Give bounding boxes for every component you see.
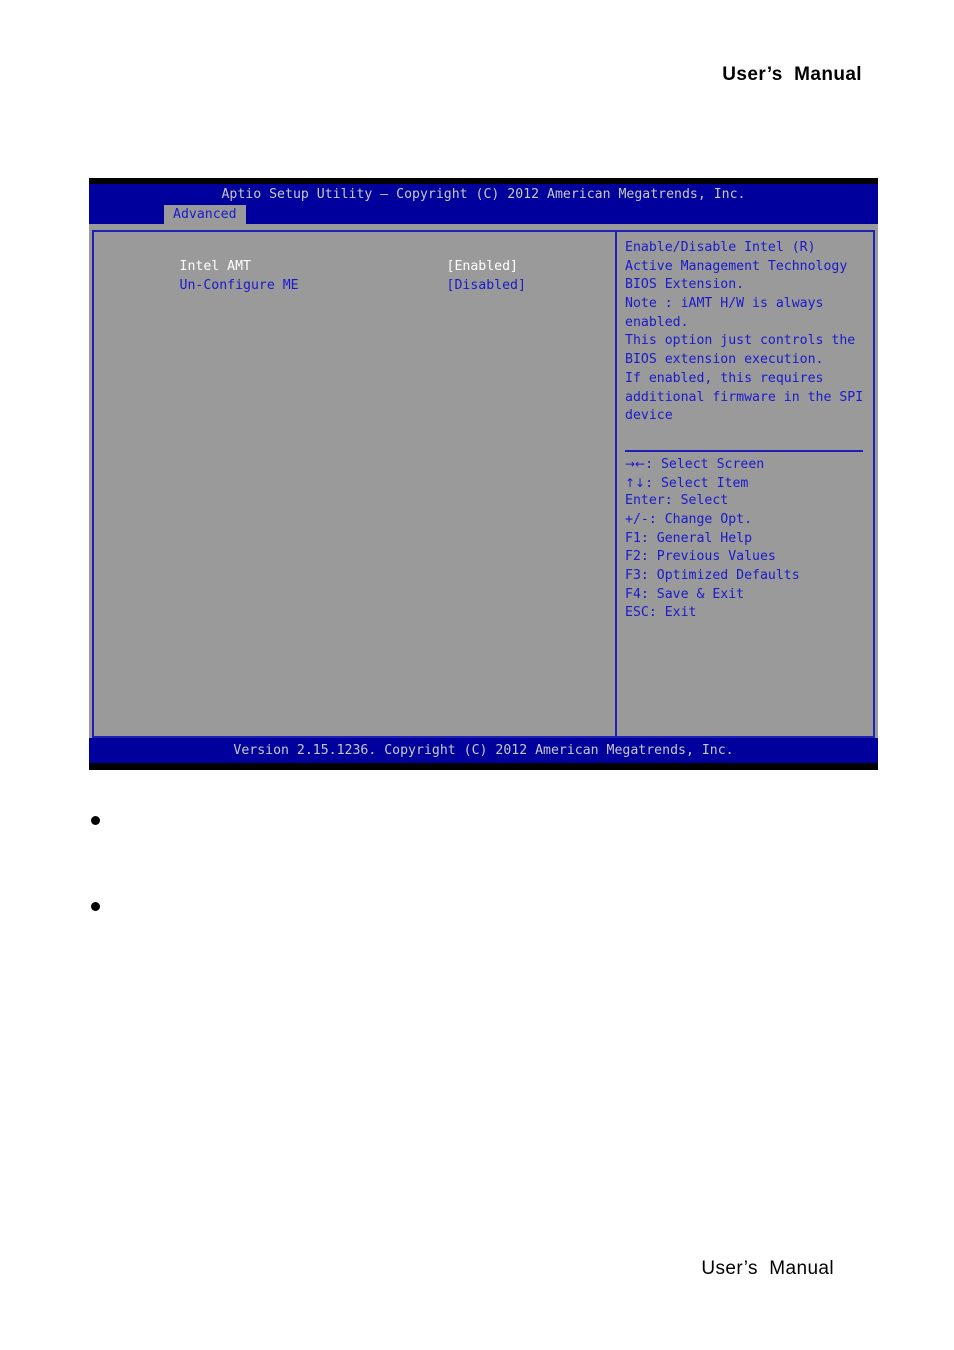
bios-bottom-border: [89, 763, 878, 770]
help-line: Active Management Technology: [625, 258, 848, 274]
key-legend-item-optimized-defaults: F3: Optimized Defaults: [625, 568, 800, 583]
bullet-point-marker: [91, 816, 100, 825]
help-line: BIOS Extension.: [625, 277, 745, 293]
key-legend-item-enter: Enter: Select: [625, 493, 729, 509]
help-line: BIOS extension execution.: [625, 352, 824, 368]
option-label-un-configure-me: Un-Configure ME: [179, 277, 299, 293]
bios-version-bar: Version 2.15.1236. Copyright (C) 2012 Am…: [89, 738, 878, 763]
arrow-up-down-icon: ↑↓: [625, 475, 646, 490]
key-legend-item-select-screen: →←: Select Screen: [625, 455, 863, 474]
key-legend-item-exit: ESC: Exit: [625, 605, 697, 621]
bios-setup-screen: Aptio Setup Utility – Copyright (C) 2012…: [89, 178, 878, 770]
key-legend-label: : Select Screen: [645, 456, 765, 472]
help-line: This option just controls the: [625, 333, 856, 349]
help-separator: [625, 449, 863, 452]
option-row-intel-amt[interactable]: Intel AMT [Enabled]: [116, 239, 615, 274]
key-legend-item-change-opt: +/-: Change Opt.: [625, 511, 753, 527]
bios-options-pane: Intel AMT [Enabled] Un-Configure ME [Disab…: [94, 232, 615, 736]
key-legend-block: →←: Select Screen ↑↓: Select Item Enter:…: [625, 455, 863, 623]
help-line: If enabled, this requires: [625, 370, 824, 386]
key-legend-item-save-exit: F4: Save & Exit: [625, 586, 745, 602]
arrow-left-right-icon: →←: [625, 456, 646, 471]
option-value-un-configure-me[interactable]: [Disabled]: [447, 278, 526, 293]
help-line: enabled.: [625, 314, 689, 330]
help-line: device: [625, 408, 673, 424]
bios-tab-bar: Advanced: [89, 205, 878, 224]
bios-help-pane: Enable/Disable Intel (R) Active Manageme…: [617, 232, 873, 736]
page-footer-title: User’s Manual: [701, 1258, 834, 1279]
help-line: additional firmware in the SPI: [625, 389, 864, 405]
bullet-point-marker: [91, 902, 100, 911]
key-legend-item-general-help: F1: General Help: [625, 530, 753, 546]
help-text-block: Enable/Disable Intel (R) Active Manageme…: [625, 239, 863, 426]
help-line: Note : iAMT H/W is always: [625, 296, 824, 312]
key-legend-item-previous-values: F2: Previous Values: [625, 549, 776, 565]
option-row-un-configure-me[interactable]: Un-Configure ME [Disabled]: [116, 258, 615, 293]
bios-content-frame: Intel AMT [Enabled] Un-Configure ME [Disab…: [92, 230, 875, 738]
tab-advanced[interactable]: Advanced: [164, 205, 246, 224]
key-legend-item-select-item: ↑↓: Select Item: [625, 474, 863, 493]
page-header-title: User’s Manual: [722, 64, 862, 85]
key-legend-label: : Select Item: [645, 475, 749, 491]
help-line: Enable/Disable Intel (R): [625, 240, 816, 255]
bios-title-bar: Aptio Setup Utility – Copyright (C) 2012…: [89, 184, 878, 205]
